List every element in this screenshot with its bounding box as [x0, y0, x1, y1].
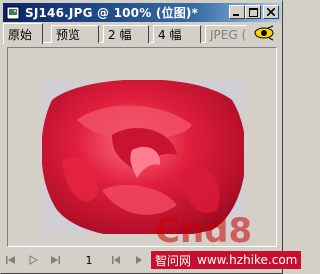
tab-label: 2 幅 [108, 28, 132, 42]
minimize-button[interactable] [229, 5, 245, 19]
close-button[interactable] [263, 5, 279, 19]
tab-label: 原始 [8, 27, 33, 42]
site-watermark: 智问网 www.hzhike.com [151, 251, 302, 269]
image-window: SJ146.JPG @ 100% (位图)* 原始 预览 2 幅 4 幅 JPE… [0, 0, 302, 274]
title-bar[interactable]: SJ146.JPG @ 100% (位图)* [3, 3, 281, 22]
preview-toggle-icon[interactable] [247, 23, 281, 43]
window-title: SJ146.JPG @ 100% (位图)* [25, 6, 199, 20]
page-navigation: 1 智问网 www.hzhike.com [3, 249, 302, 271]
tab-jpeg[interactable]: JPEG ( [205, 25, 249, 43]
tab-preview[interactable]: 预览 [51, 25, 99, 43]
tab-label: 预览 [56, 28, 81, 42]
maximize-button[interactable] [245, 5, 261, 19]
tab-4-up[interactable]: 4 幅 [153, 25, 201, 43]
window-controls [229, 5, 279, 19]
site-url: www.hzhike.com [197, 253, 298, 267]
page-number[interactable]: 1 [79, 254, 99, 267]
tab-original[interactable]: 原始 [3, 23, 43, 44]
tab-label: 4 幅 [158, 28, 182, 42]
cnd8-watermark-logo: Cnd8 .com [151, 208, 271, 251]
first-page-icon[interactable] [3, 252, 19, 268]
previous-frame-icon[interactable] [109, 252, 125, 268]
svg-text:.com: .com [157, 227, 179, 237]
preview-tabs: 原始 预览 2 幅 4 幅 JPEG ( [3, 23, 281, 44]
last-page-icon[interactable] [47, 252, 63, 268]
jpeg-file-icon [5, 5, 21, 21]
next-frame-icon[interactable] [131, 252, 147, 268]
site-name: 智问网 [155, 253, 192, 268]
tab-2-up[interactable]: 2 幅 [103, 25, 149, 43]
tab-label: JPEG ( [210, 27, 247, 42]
play-icon[interactable] [25, 252, 41, 268]
